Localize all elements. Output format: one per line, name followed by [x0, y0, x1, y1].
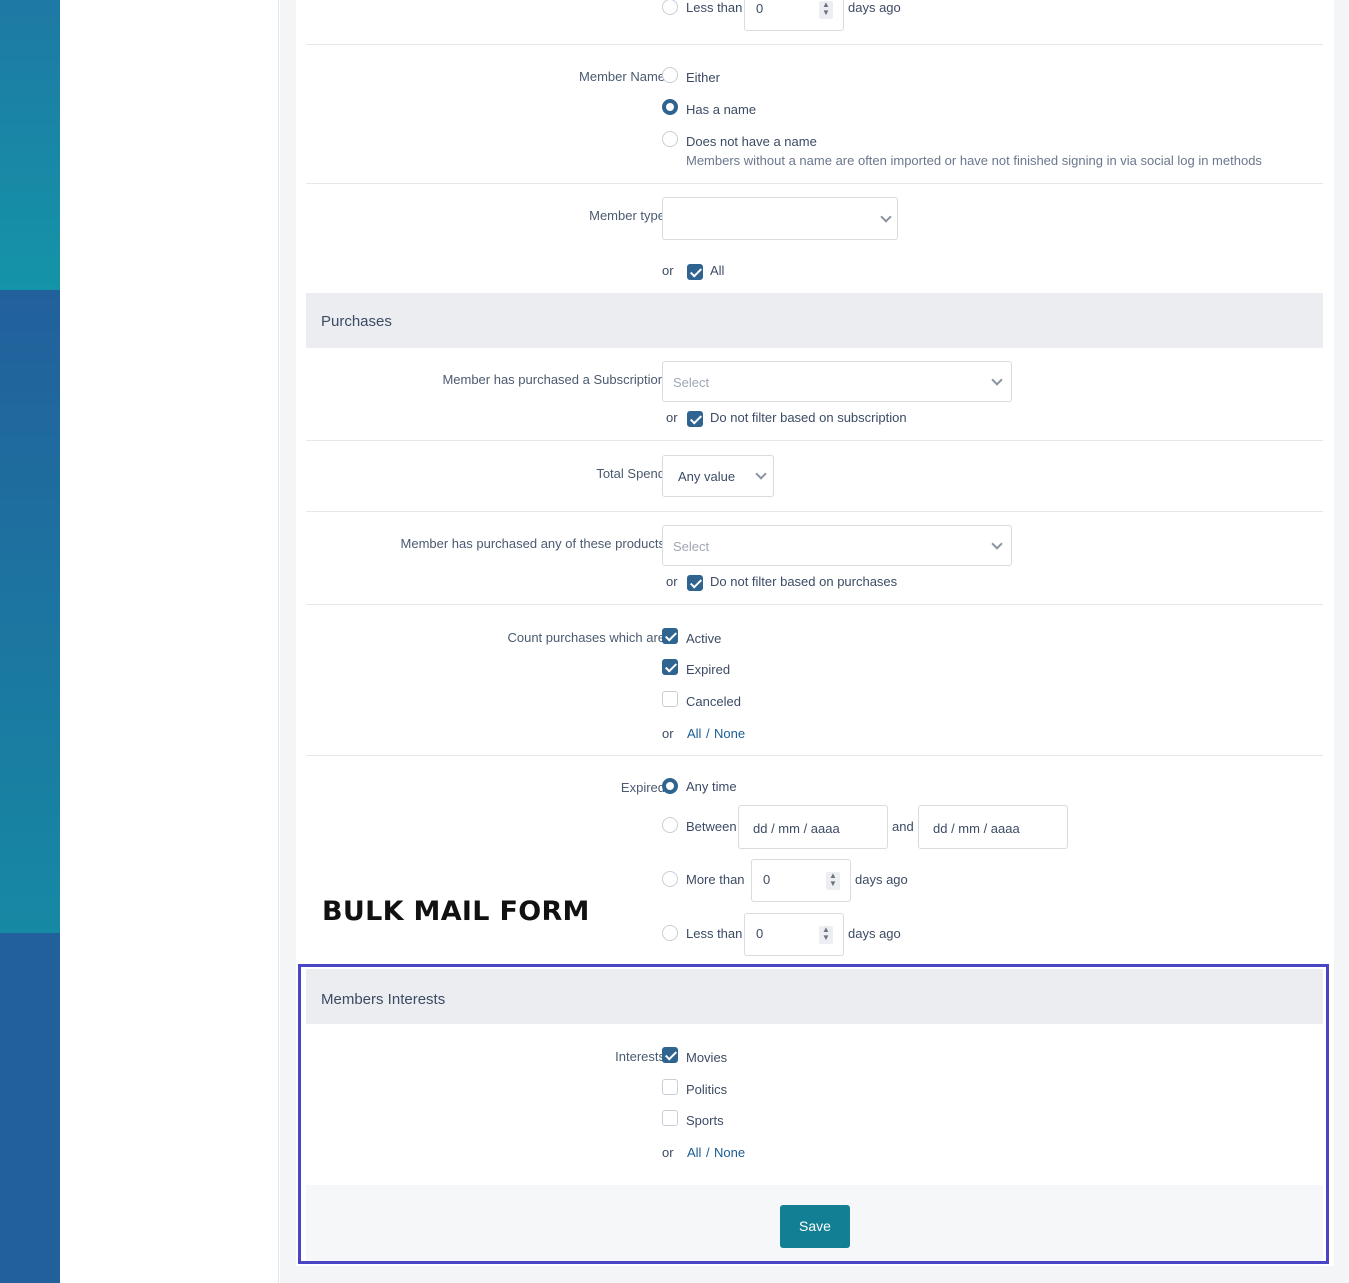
- chevron-down-icon: [991, 374, 1003, 386]
- and-label: and: [892, 819, 914, 834]
- total-spend-select[interactable]: Any value: [662, 455, 774, 497]
- interest-sports-checkbox[interactable]: [662, 1110, 678, 1126]
- interest-option-label: Sports: [686, 1113, 724, 1128]
- expired-label: Expired: [620, 780, 665, 795]
- form-row-count-purchases: [306, 605, 1323, 756]
- side-rail-segment: [0, 290, 60, 933]
- select-all-link[interactable]: All: [687, 726, 701, 741]
- between-label: Between: [686, 819, 737, 834]
- count-option-label: Expired: [686, 662, 731, 677]
- chevron-down-icon: [755, 468, 767, 480]
- bulk-mail-form-title: BULK MAIL FORM: [322, 896, 590, 927]
- spinner-arrows-icon[interactable]: ▲ ▼: [826, 872, 840, 890]
- any-time-label: Any time: [686, 779, 737, 794]
- no-filter-purchases-label: Do not filter based on purchases: [710, 574, 898, 589]
- date-placeholder: dd / mm / aaaa: [753, 821, 840, 836]
- select-placeholder: Select: [673, 375, 710, 390]
- section-heading-purchases: Purchases: [306, 293, 1323, 348]
- expired-more-than-radio[interactable]: [662, 871, 678, 887]
- interest-option-label: Movies: [686, 1050, 728, 1065]
- app-side-rail: [0, 0, 60, 1283]
- section-title: Purchases: [321, 313, 392, 330]
- expired-between-radio[interactable]: [662, 817, 678, 833]
- interests-select-none-link[interactable]: None: [714, 1145, 745, 1160]
- or-label: or: [666, 410, 678, 425]
- days-ago-label: days ago: [848, 926, 901, 941]
- member-name-either-radio[interactable]: [662, 67, 678, 83]
- date-placeholder: dd / mm / aaaa: [933, 821, 1020, 836]
- member-name-option: Has a name: [686, 102, 757, 117]
- products-select[interactable]: Select: [662, 525, 1012, 566]
- chevron-down-icon: [991, 538, 1003, 550]
- less-than-label-top: Less than: [686, 0, 743, 15]
- select-placeholder: Select: [673, 539, 710, 554]
- expired-from-date-input[interactable]: dd / mm / aaaa: [738, 805, 888, 849]
- more-than-label: More than: [686, 872, 745, 887]
- member-type-all-label: All: [710, 263, 725, 278]
- no-filter-purchases-checkbox[interactable]: [687, 575, 703, 591]
- spinner-arrows-icon[interactable]: ▲ ▼: [819, 926, 833, 944]
- member-name-has-name-radio[interactable]: [662, 99, 678, 115]
- more-than-days-input[interactable]: 0 ▲ ▼: [751, 859, 851, 902]
- or-label: or: [662, 1145, 674, 1160]
- no-filter-subscription-label: Do not filter based on subscription: [710, 410, 907, 425]
- days-ago-label-top: days ago: [848, 0, 901, 15]
- total-spend-value: Any value: [678, 469, 736, 484]
- expired-less-than-radio[interactable]: [662, 925, 678, 941]
- or-label: or: [662, 726, 674, 741]
- side-rail-segment: [0, 0, 60, 290]
- member-type-select[interactable]: [662, 197, 898, 240]
- days-ago-label: days ago: [855, 872, 908, 887]
- sidebar-panel: [60, 0, 279, 1283]
- no-filter-subscription-checkbox[interactable]: [687, 411, 703, 427]
- interests-select-all-link[interactable]: All: [687, 1145, 701, 1160]
- canceled-checkbox[interactable]: [662, 691, 678, 707]
- chevron-down-icon: [880, 211, 892, 223]
- section-title: Members Interests: [321, 991, 446, 1008]
- interest-option-label: Politics: [686, 1082, 728, 1097]
- number-value: 0: [756, 926, 764, 941]
- less-than-input-top[interactable]: 0 ▲ ▼: [744, 0, 844, 31]
- spinner-arrows-icon[interactable]: ▲ ▼: [819, 1, 833, 19]
- member-name-hint: Members without a name are often importe…: [686, 153, 1262, 168]
- interests-label: Interests: [615, 1049, 665, 1064]
- member-name-option: Does not have a name: [686, 134, 817, 149]
- separator: /: [706, 1145, 710, 1160]
- side-rail-segment: [0, 933, 60, 1283]
- member-name-label: Member Name: [579, 69, 665, 84]
- member-type-all-checkbox[interactable]: [687, 264, 703, 280]
- number-value: 0: [756, 1, 764, 16]
- products-label: Member has purchased any of these produc…: [400, 536, 665, 551]
- or-label: or: [662, 263, 674, 278]
- less-than-days-input[interactable]: 0 ▲ ▼: [744, 913, 844, 956]
- count-option-label: Canceled: [686, 694, 741, 709]
- expired-to-date-input[interactable]: dd / mm / aaaa: [918, 805, 1068, 849]
- total-spend-label: Total Spend: [596, 466, 665, 481]
- member-name-no-name-radio[interactable]: [662, 131, 678, 147]
- member-name-option: Either: [686, 70, 720, 85]
- select-none-link[interactable]: None: [714, 726, 745, 741]
- member-type-label: Member type: [589, 208, 665, 223]
- interest-politics-checkbox[interactable]: [662, 1079, 678, 1095]
- or-label: or: [666, 574, 678, 589]
- expired-checkbox[interactable]: [662, 659, 678, 675]
- active-checkbox[interactable]: [662, 628, 678, 644]
- number-value: 0: [763, 872, 771, 887]
- count-option-label: Active: [686, 631, 722, 646]
- separator: /: [706, 726, 710, 741]
- less-than-label: Less than: [686, 926, 743, 941]
- interest-movies-checkbox[interactable]: [662, 1047, 678, 1063]
- expired-any-time-radio[interactable]: [662, 778, 678, 794]
- save-button[interactable]: Save: [780, 1205, 850, 1248]
- section-heading-interests: Members Interests: [306, 969, 1323, 1024]
- count-purchases-label: Count purchases which are: [507, 630, 665, 645]
- subscription-label: Member has purchased a Subscription: [442, 372, 665, 387]
- subscription-select[interactable]: Select: [662, 361, 1012, 402]
